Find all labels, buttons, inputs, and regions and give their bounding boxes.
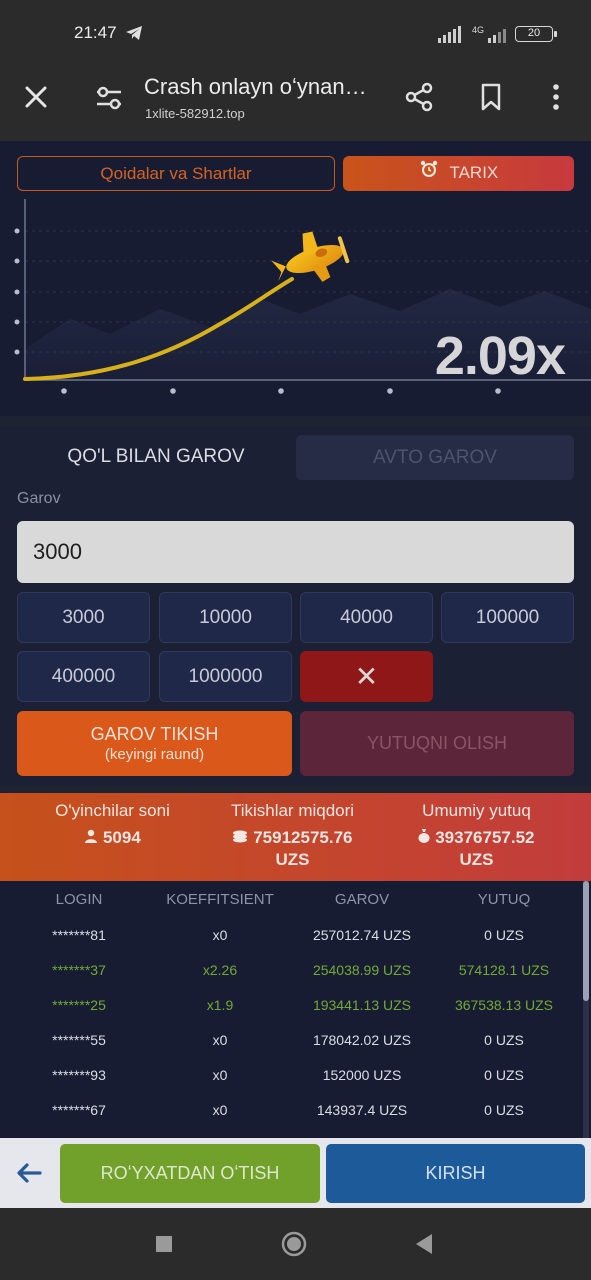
stake-label: Garov	[17, 490, 61, 507]
row-login: *******93	[52, 1067, 106, 1083]
column-header-bet: GAROV	[334, 891, 390, 908]
bets-label: Tikishlar miqdori	[230, 801, 355, 820]
place-bet-label: GAROV TIKISH	[90, 724, 219, 744]
chip-40000[interactable]: 40000	[300, 592, 433, 643]
bottom-action-bar: ROʻYXATDAN OʻTISH KIRISH	[0, 1138, 591, 1208]
chip-100000[interactable]: 100000	[441, 592, 574, 643]
home-icon[interactable]	[280, 1230, 308, 1258]
money-bag-icon	[418, 828, 430, 847]
history-label: TARIX	[449, 163, 499, 182]
user-icon	[84, 828, 98, 847]
telegram-icon	[126, 26, 142, 40]
chip-400000[interactable]: 400000	[17, 651, 150, 702]
history-button[interactable]: TARIX	[343, 156, 574, 191]
cashout-button[interactable]: YUTUQNI OLISH	[300, 711, 574, 776]
site-settings-icon[interactable]	[93, 82, 125, 114]
row-bet: 143937.4 UZS	[316, 1102, 408, 1118]
row-win: 0 UZS	[484, 1102, 524, 1118]
clear-stake-button[interactable]: ✕	[300, 651, 433, 702]
place-bet-button[interactable]: GAROV TIKISH (keyingi raund)	[17, 711, 292, 776]
column-header-login: LOGIN	[55, 891, 103, 908]
bets-currency: UZS	[275, 850, 310, 869]
row-login: *******67	[52, 1102, 106, 1118]
wins-label: Umumiy yutuq	[422, 801, 531, 820]
table-scroll-thumb[interactable]	[583, 881, 589, 1001]
x-ticks	[61, 388, 501, 394]
row-coefficient: x0	[212, 927, 228, 943]
row-coefficient: x2.26	[202, 962, 238, 978]
rules-button[interactable]: Qoidalar va Shartlar	[17, 156, 335, 191]
row-coefficient: x0	[212, 1032, 228, 1048]
row-win: 0 UZS	[484, 1032, 524, 1048]
players-label: O'yinchilar soni	[55, 801, 170, 820]
round-stats: O'yinchilar soni 5094 Tikishlar miqdori …	[0, 793, 591, 881]
share-icon[interactable]	[403, 81, 435, 113]
row-coefficient: x1.9	[206, 997, 234, 1013]
battery-icon: 20	[515, 26, 557, 42]
stake-input[interactable]	[17, 521, 574, 583]
wins-value: 39376757.52	[435, 828, 535, 847]
row-bet: 254038.99 UZS	[312, 962, 412, 978]
bookmark-icon[interactable]	[475, 81, 507, 113]
row-bet: 193441.13 UZS	[312, 997, 412, 1013]
game-area: Qoidalar va Shartlar TARIX 2.09x	[0, 141, 591, 416]
row-bet: 152000 UZS	[322, 1067, 402, 1083]
row-win: 574128.1 UZS	[458, 962, 550, 978]
wins-currency: UZS	[459, 850, 494, 869]
table-row: *******67 x0 143937.4 UZS 0 UZS	[0, 1093, 580, 1128]
chip-3000[interactable]: 3000	[17, 592, 150, 643]
row-coefficient: x0	[212, 1067, 228, 1083]
browser-toolbar: Crash onlayn oʻynan… 1xlite-582912.top	[0, 66, 591, 141]
close-icon: ✕	[354, 661, 379, 692]
page-title: Crash onlayn oʻynan…	[144, 74, 367, 99]
row-login: *******37	[52, 962, 106, 978]
column-header-win: YUTUQ	[477, 891, 531, 908]
clock: 21:47	[74, 23, 117, 42]
row-bet: 257012.74 UZS	[312, 927, 412, 943]
y-ticks	[14, 228, 20, 355]
wins-stat: Umumiy yutuq 39376757.52 UZS	[394, 801, 559, 871]
coins-icon	[232, 828, 248, 847]
column-header-coefficient: KOEFFITSIENT	[166, 891, 274, 908]
table-row: *******81 x0 257012.74 UZS 0 UZS	[0, 918, 580, 953]
tab-manual-bet[interactable]: QO'L BILAN GAROV	[17, 435, 295, 479]
players-stat: O'yinchilar soni 5094	[30, 801, 195, 849]
table-row: *******37 x2.26 254038.99 UZS 574128.1 UZS	[0, 953, 580, 988]
more-options-icon[interactable]	[540, 81, 572, 113]
row-win: 0 UZS	[484, 1067, 524, 1083]
back-icon[interactable]	[410, 1230, 438, 1258]
row-coefficient: x0	[212, 1102, 228, 1118]
row-login: *******25	[52, 997, 106, 1013]
chip-10000[interactable]: 10000	[159, 592, 292, 643]
players-value: 5094	[102, 828, 141, 847]
system-nav-bar	[0, 1208, 591, 1280]
table-row: *******55 x0 178042.02 UZS 0 UZS	[0, 1023, 580, 1058]
chip-1000000[interactable]: 1000000	[159, 651, 292, 702]
recent-apps-icon[interactable]	[150, 1230, 178, 1258]
page-url: 1xlite-582912.top	[145, 106, 245, 121]
alarm-clock-icon	[419, 157, 439, 190]
airplane-icon	[271, 231, 350, 282]
multiplier-value: 2.09x	[434, 326, 566, 386]
bets-stat: Tikishlar miqdori 75912575.76 UZS	[210, 801, 375, 871]
login-button[interactable]: KIRISH	[326, 1144, 585, 1203]
status-bar: 21:47 4G 20	[0, 0, 591, 66]
bets-value: 75912575.76	[253, 828, 353, 847]
bet-panel: QO'L BILAN GAROV AVTO GAROV Garov 3000 1…	[0, 425, 591, 785]
row-login: *******55	[52, 1032, 106, 1048]
signal-icon: 4G	[438, 25, 506, 43]
row-login: *******81	[52, 927, 106, 943]
tab-auto-bet[interactable]: AVTO GAROV	[296, 435, 574, 480]
row-win: 0 UZS	[484, 927, 524, 943]
close-icon[interactable]	[20, 81, 52, 113]
table-row: *******93 x0 152000 UZS 0 UZS	[0, 1058, 580, 1093]
register-button[interactable]: ROʻYXATDAN OʻTISH	[60, 1144, 320, 1203]
place-bet-sublabel: (keyingi raund)	[104, 746, 205, 763]
row-bet: 178042.02 UZS	[312, 1032, 412, 1048]
bets-table: LOGIN KOEFFITSIENT GAROV YUTUQ *******81…	[0, 881, 591, 1138]
network-type: 4G	[472, 25, 484, 35]
row-win: 367538.13 UZS	[454, 997, 554, 1013]
back-arrow-icon[interactable]	[14, 1158, 44, 1188]
table-row: *******25 x1.9 193441.13 UZS 367538.13 UZS	[0, 988, 580, 1023]
